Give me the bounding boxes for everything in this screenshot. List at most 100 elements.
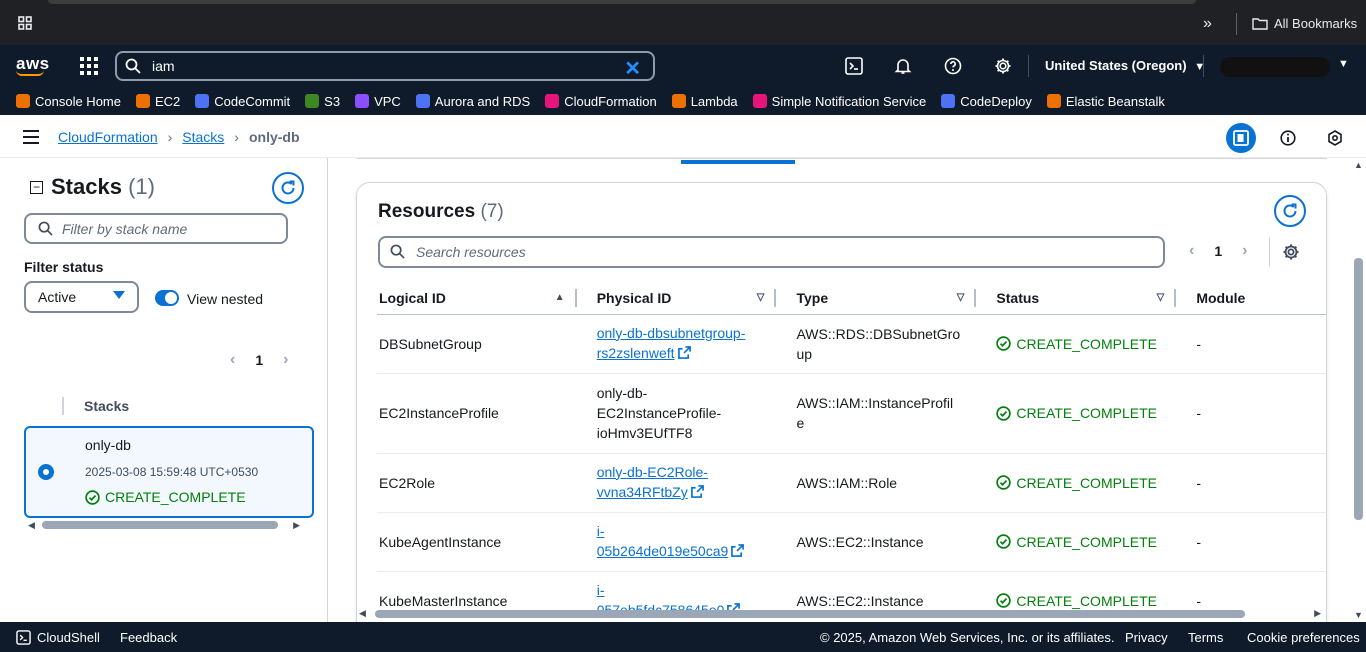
scroll-left-icon[interactable]: ◀ bbox=[28, 520, 35, 531]
stacks-panel-header: − Stacks (1) bbox=[30, 174, 155, 200]
notifications-bell-icon[interactable] bbox=[894, 57, 912, 75]
filter-stack-input[interactable]: Filter by stack name bbox=[24, 213, 288, 244]
favorite-item[interactable]: CodeDeploy bbox=[941, 94, 1032, 109]
physical-id-link[interactable]: i- bbox=[597, 582, 605, 598]
scroll-left-icon[interactable]: ◀ bbox=[359, 608, 366, 619]
table-preferences-gear-icon[interactable] bbox=[1282, 243, 1300, 261]
favorite-item[interactable]: S3 bbox=[305, 94, 340, 109]
sort-icon[interactable]: ▽ bbox=[957, 292, 965, 303]
caret-down-icon[interactable]: ▼ bbox=[1338, 58, 1349, 70]
physical-id-link[interactable]: only-db-dbsubnetgroup- bbox=[597, 325, 746, 341]
settings-gear-icon[interactable] bbox=[994, 57, 1012, 75]
page-number[interactable]: 1 bbox=[255, 352, 263, 368]
filter-status-select[interactable]: Active bbox=[24, 281, 139, 313]
terms-link[interactable]: Terms bbox=[1188, 630, 1223, 645]
services-menu-icon[interactable] bbox=[80, 57, 98, 75]
cloudshell-button[interactable]: CloudShell bbox=[16, 630, 100, 645]
privacy-link[interactable]: Privacy bbox=[1125, 630, 1168, 645]
physical-id-link[interactable]: i- bbox=[597, 523, 605, 539]
console-search-input[interactable]: iam ✕ bbox=[115, 51, 655, 81]
module-cell: - bbox=[1176, 453, 1326, 513]
chevron-left-icon[interactable]: ‹ bbox=[1189, 242, 1194, 260]
scrollbar-thumb[interactable] bbox=[1354, 258, 1363, 520]
scroll-right-icon[interactable]: ▶ bbox=[1314, 608, 1321, 619]
column-label: Type bbox=[796, 289, 829, 306]
info-icon bbox=[1280, 130, 1296, 146]
physical-id-link[interactable]: rs2zslenweft bbox=[597, 345, 675, 361]
account-menu[interactable] bbox=[1220, 57, 1330, 77]
split-panel-button[interactable] bbox=[1226, 123, 1256, 153]
region-selector[interactable]: United States (Oregon) ▼ bbox=[1045, 58, 1205, 73]
scrollbar-thumb[interactable] bbox=[375, 610, 1245, 618]
status-badge: CREATE_COMPLETE bbox=[996, 403, 1176, 423]
external-link-icon[interactable] bbox=[731, 542, 745, 562]
column-divider[interactable] bbox=[62, 397, 64, 415]
stack-item[interactable]: only-db 2025-03-08 15:59:48 UTC+0530 CRE… bbox=[24, 426, 314, 518]
favorite-item[interactable]: VPC bbox=[355, 94, 401, 109]
success-check-icon bbox=[996, 534, 1012, 549]
favorite-item[interactable]: EC2 bbox=[136, 94, 180, 109]
service-icon bbox=[941, 94, 956, 108]
external-link-icon[interactable] bbox=[677, 344, 691, 364]
feedback-link[interactable]: Feedback bbox=[120, 630, 177, 645]
favorite-item[interactable]: Simple Notification Service bbox=[752, 94, 926, 109]
chevron-left-icon[interactable]: ‹ bbox=[230, 351, 235, 369]
apps-grid-icon[interactable] bbox=[18, 16, 32, 30]
scroll-up-icon[interactable]: ▲ bbox=[1354, 160, 1363, 170]
column-header-type[interactable]: Type ▽ bbox=[776, 282, 977, 315]
cloudshell-icon[interactable] bbox=[845, 57, 863, 75]
all-bookmarks[interactable]: All Bookmarks bbox=[1252, 16, 1357, 31]
aws-logo[interactable]: aws bbox=[16, 54, 50, 76]
status-text: CREATE_COMPLETE bbox=[1016, 405, 1157, 421]
sort-icon[interactable]: ▽ bbox=[757, 292, 765, 303]
favorite-item[interactable]: CloudFormation bbox=[545, 94, 657, 109]
favorite-item[interactable]: Console Home bbox=[16, 94, 121, 109]
stack-status: CREATE_COMPLETE bbox=[85, 489, 246, 505]
column-header-logical-id[interactable]: Logical ID ▲ bbox=[377, 282, 577, 315]
hamburger-menu-icon[interactable] bbox=[23, 130, 39, 144]
address-bar[interactable] bbox=[48, 0, 1196, 4]
sort-icon[interactable]: ▽ bbox=[1157, 292, 1165, 303]
tools-button[interactable] bbox=[1320, 123, 1350, 153]
status-cell: CREATE_COMPLETE bbox=[976, 453, 1177, 513]
cloudshell-label: CloudShell bbox=[37, 630, 100, 645]
sort-ascending-icon[interactable]: ▲ bbox=[555, 292, 565, 303]
more-bookmarks-icon[interactable]: » bbox=[1203, 15, 1212, 33]
page-vertical-scrollbar[interactable]: ▲ ▼ bbox=[1352, 158, 1366, 622]
physical-id-link[interactable]: vvna34RFtbZy bbox=[597, 484, 688, 500]
view-nested-toggle[interactable] bbox=[155, 290, 179, 306]
help-icon[interactable] bbox=[944, 57, 962, 75]
stacks-horizontal-scrollbar[interactable]: ◀ ▶ bbox=[28, 520, 300, 530]
chevron-right-icon[interactable]: › bbox=[1242, 242, 1247, 260]
search-resources-input[interactable]: Search resources bbox=[378, 236, 1165, 268]
breadcrumb-stacks[interactable]: Stacks bbox=[182, 129, 224, 145]
physical-id-link[interactable]: only-db-EC2Role- bbox=[597, 464, 708, 480]
refresh-stacks-button[interactable] bbox=[272, 172, 304, 204]
info-button[interactable] bbox=[1273, 123, 1303, 153]
favorite-item[interactable]: Lambda bbox=[671, 94, 738, 109]
scroll-down-icon[interactable]: ▼ bbox=[1354, 610, 1363, 620]
resources-horizontal-scrollbar[interactable]: ◀ ▶ bbox=[359, 608, 1321, 620]
external-link-icon[interactable] bbox=[690, 483, 704, 503]
column-header-status[interactable]: Status ▽ bbox=[976, 282, 1177, 315]
favorite-item[interactable]: Aurora and RDS bbox=[415, 94, 530, 109]
refresh-resources-button[interactable] bbox=[1274, 195, 1306, 227]
favorite-item[interactable]: CodeCommit bbox=[195, 94, 290, 109]
clear-search-icon[interactable]: ✕ bbox=[624, 56, 641, 81]
status-badge: CREATE_COMPLETE bbox=[996, 473, 1176, 493]
collapse-icon[interactable]: − bbox=[30, 180, 43, 194]
page-number[interactable]: 1 bbox=[1214, 243, 1222, 259]
stacks-column-header[interactable]: Stacks bbox=[84, 398, 129, 414]
stack-radio-selected[interactable] bbox=[38, 464, 54, 480]
cookie-preferences-link[interactable]: Cookie preferences bbox=[1247, 630, 1360, 645]
physical-id-link[interactable]: 05b264de019e50ca9 bbox=[597, 543, 729, 559]
stack-name[interactable]: only-db bbox=[85, 437, 131, 453]
column-header-module[interactable]: Module bbox=[1176, 282, 1326, 315]
chevron-right-icon[interactable]: › bbox=[283, 351, 288, 369]
column-header-physical-id[interactable]: Physical ID ▽ bbox=[576, 282, 777, 315]
favorite-item[interactable]: Elastic Beanstalk bbox=[1046, 94, 1165, 109]
breadcrumb-cloudformation[interactable]: CloudFormation bbox=[58, 129, 158, 145]
scroll-right-icon[interactable]: ▶ bbox=[293, 520, 300, 531]
scrollbar-thumb[interactable] bbox=[42, 521, 278, 529]
hexagon-settings-icon bbox=[1327, 130, 1343, 146]
